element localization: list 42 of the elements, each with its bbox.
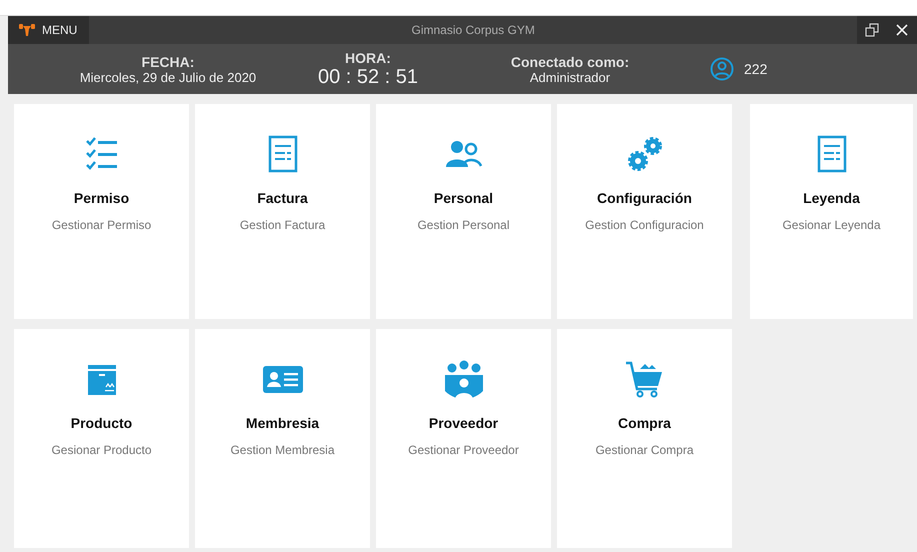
module-title: Personal <box>434 190 494 206</box>
module-card[interactable]: Proveedor Gestionar Proveedor <box>376 329 551 548</box>
module-subtitle: Gestionar Permiso <box>52 218 152 232</box>
module-title: Proveedor <box>428 415 498 431</box>
module-card[interactable]: Membresia Gestion Membresia <box>195 329 370 548</box>
module-title: Leyenda <box>803 190 860 206</box>
window-title: Gimnasio Corpus GYM <box>410 23 536 37</box>
date-value: Miercoles, 29 de Julio de 2020 <box>80 70 256 84</box>
module-card[interactable]: Permiso Gestionar Permiso <box>14 104 189 319</box>
module-subtitle: Gestion Factura <box>240 218 326 232</box>
module-card[interactable]: Factura Gestion Factura <box>195 104 370 319</box>
restore-button[interactable] <box>857 16 887 44</box>
user-icon <box>710 57 734 81</box>
restore-icon <box>865 23 879 37</box>
module-subtitle: Gesionar Producto <box>51 443 152 457</box>
module-title: Compra <box>618 415 671 431</box>
menu-button[interactable]: MENU <box>8 16 90 44</box>
date-label: FECHA: <box>142 54 194 70</box>
module-card[interactable]: Personal Gestion Personal <box>376 104 551 319</box>
module-title: Permiso <box>74 190 130 206</box>
time-label: HORA: <box>345 50 391 66</box>
dumbbell-icon <box>18 23 38 37</box>
module-card[interactable]: Producto Gesionar Producto <box>14 329 189 548</box>
module-subtitle: Gestion Membresia <box>230 443 335 457</box>
module-title: Membresia <box>246 415 320 431</box>
time-value: 00 : 52 : 51 <box>318 66 418 88</box>
module-subtitle: Gestionar Proveedor <box>408 443 519 457</box>
user-role: Administrador <box>530 70 610 84</box>
module-card[interactable]: Configuración Gestion Configuracion <box>557 104 732 319</box>
close-button[interactable] <box>887 16 917 44</box>
module-subtitle: Gestion Personal <box>417 218 510 232</box>
module-card[interactable]: Compra Gestionar Compra <box>557 329 732 548</box>
user-label: Conectado como: <box>510 54 630 70</box>
module-title: Configuración <box>597 190 692 206</box>
close-icon <box>895 23 909 37</box>
module-card[interactable]: Leyenda Gesionar Leyenda <box>750 104 913 319</box>
module-title: Factura <box>257 190 308 206</box>
module-subtitle: Gestion Configuracion <box>585 218 704 232</box>
module-subtitle: Gestionar Compra <box>595 443 694 457</box>
module-title: Producto <box>70 415 132 431</box>
user-name: 222 <box>744 61 768 77</box>
module-subtitle: Gesionar Leyenda <box>782 218 881 232</box>
